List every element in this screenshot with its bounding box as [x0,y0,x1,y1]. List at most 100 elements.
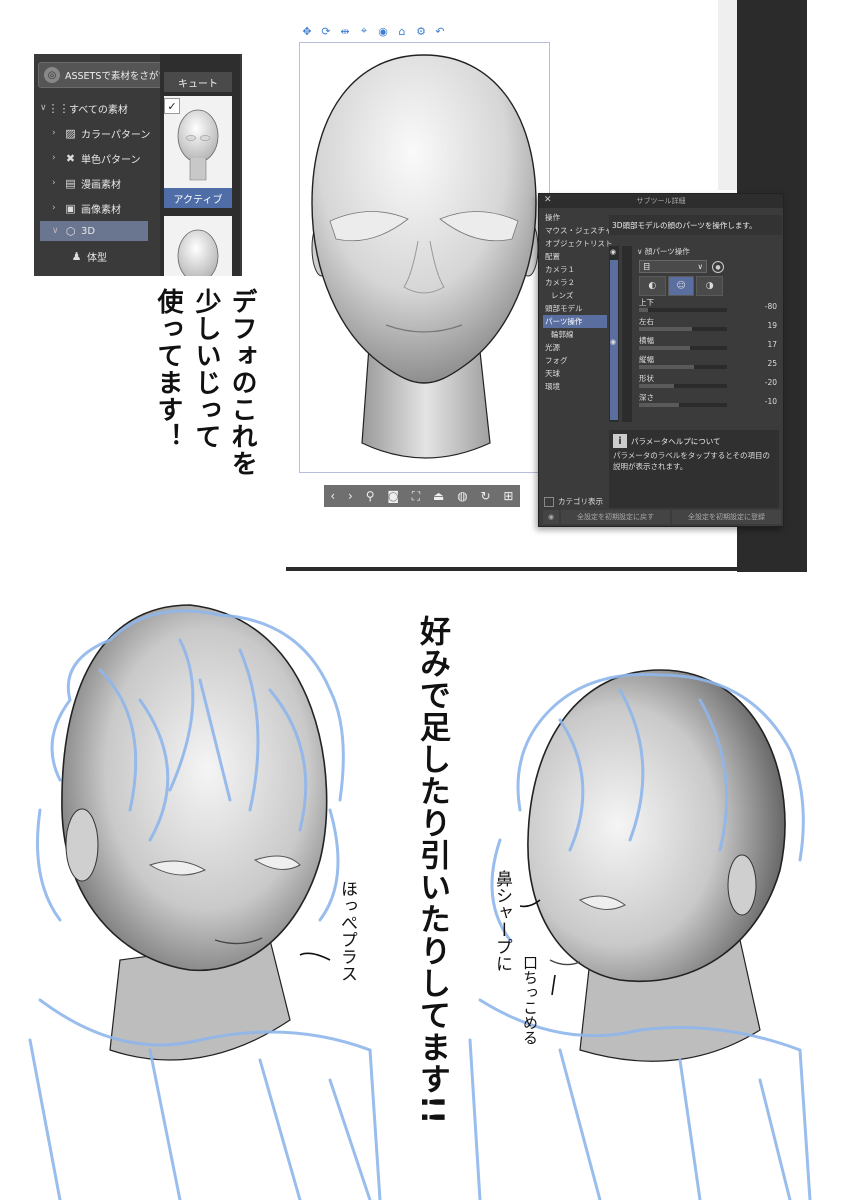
move-icon[interactable]: ✥ [300,24,314,38]
subtool-footer: ◉ 全設定を初期設定に戻す 全設定を初期設定に登録 [543,510,781,524]
wrench-icon[interactable]: ⚲ [366,489,375,503]
camera-icon[interactable]: ◉ [376,24,390,38]
chevron-down-icon: ∨ [697,262,704,271]
grid-icon: ⋮⋮ [47,101,70,115]
param-slider[interactable] [639,346,727,350]
reset-all-button[interactable]: 全設定を初期設定に戻す [561,510,670,524]
tree-item-manga[interactable]: › ▤ 漫画素材 [52,173,121,193]
category-item[interactable]: 光源 [543,341,607,354]
tree-item-color-pattern[interactable]: › ▨ カラーパターン [52,123,150,143]
param-row[interactable]: 上下 -80 [639,297,777,315]
category-list: 操作 マウス・ジェスチャー オブジェクトリスト 配置 カメラ１ カメラ２ レンズ… [543,211,620,393]
tree-item-3d[interactable]: ∨ ⬡ 3D [40,221,148,241]
param-label: 深さ [639,393,654,402]
prev-icon[interactable]: ‹ [330,489,335,503]
side-right-button[interactable]: ◑ [696,276,724,296]
target-icon[interactable]: ● [712,261,724,273]
param-slider-fill [639,384,675,388]
side-left-button[interactable]: ◐ [639,276,666,296]
parameter-help: i パラメータヘルプについて パラメータのラベルをタップするとその項目の説明が表… [609,430,779,508]
image-icon: ▣ [65,201,76,215]
tree-item-image[interactable]: › ▣ 画像素材 [52,198,121,218]
divider-line [286,567,807,571]
param-slider[interactable] [639,365,727,369]
close-icon[interactable]: ✕ [544,195,552,205]
target-icon[interactable]: ⌖ [357,24,371,38]
pan-icon[interactable]: ⇹ [338,24,352,38]
cross-pattern-icon: ✖ [65,151,76,165]
checkbox[interactable] [544,496,554,507]
category-item[interactable]: カメラ１ [543,263,607,276]
tree-item-label: 画像素材 [81,204,121,216]
param-row[interactable]: 深さ -10 [639,392,777,410]
param-label: 縦幅 [639,355,654,364]
camera-icon[interactable]: ◙ [387,489,399,503]
tree-item-body[interactable]: ♟ 体型 [70,246,107,266]
assets-logo-icon: ◎ [44,67,60,83]
reset-icon[interactable]: ◉ [543,510,559,524]
chevron-right-icon: › [52,203,56,213]
param-row[interactable]: 横幅 17 [639,335,777,353]
param-slider[interactable] [639,308,727,312]
scribble-cheek-plus: ほっぺプラス [337,880,357,982]
reset-icon[interactable]: ↻ [481,489,491,503]
category-item[interactable]: オブジェクトリスト [543,237,613,250]
cube-icon: ⬡ [65,224,76,238]
category-item[interactable]: マウス・ジェスチャー [543,224,620,237]
assets-panel: ◎ ASSETSで素材をさがす ∨ ⋮⋮ すべての素材 › ▨ カラーパターン … [34,54,242,276]
eye-icon[interactable]: ◉ [610,248,616,256]
category-item[interactable]: 配置 [543,250,607,263]
param-slider[interactable] [639,327,727,331]
object-icon[interactable]: ◍ [457,489,467,503]
register-icon[interactable]: ⊞ [503,489,513,503]
tree-item-label: 体型 [87,252,107,264]
param-slider-fill [639,346,691,350]
category-display-label: カテゴリ表示 [558,497,603,506]
category-item[interactable]: 環境 [543,380,607,393]
ground-icon[interactable]: ⏏ [433,489,444,503]
camera-toolbar: ‹ › ⚲ ◙ ⛶ ⏏ ◍ ↻ ⊞ [324,485,520,507]
param-slider[interactable] [639,384,727,388]
category-item[interactable]: フォグ [543,354,607,367]
manga-icon: ▤ [65,176,76,190]
category-item[interactable]: レンズ [543,289,607,302]
category-item[interactable]: カメラ２ [543,276,607,289]
frame-icon[interactable]: ⛶ [412,489,420,504]
param-row[interactable]: 縦幅 25 [639,354,777,372]
scribble-nose-sharp: 鼻シャープに [492,870,512,972]
param-label: 横幅 [639,336,654,345]
register-all-button[interactable]: 全設定を初期設定に登録 [672,510,781,524]
settings-icon[interactable]: ⚙ [414,24,428,38]
param-row[interactable]: 左右 19 [639,316,777,334]
ground-icon[interactable]: ⌂ [395,24,409,38]
tree-item-all[interactable]: ∨ ⋮⋮ すべての素材 [40,98,128,118]
category-item[interactable]: 天球 [543,367,607,380]
3d-head-model [311,54,539,459]
chevron-down-icon[interactable]: ∨ [637,247,643,256]
param-row[interactable]: 形状 -20 [639,373,777,391]
undo-icon[interactable]: ↶ [433,24,447,38]
side-selector: ◐ ☺ ◑ [639,276,724,296]
head-thumbnail-2[interactable] [164,216,232,276]
param-value: -80 [764,302,777,311]
group-label: ∨ 顔パーツ操作 [637,246,690,257]
thumbnail-active-label: アクティブ [164,188,232,208]
category-item[interactable]: 輪郭線 [543,328,607,341]
param-slider[interactable] [639,403,727,407]
scribble-mouth-small: 口ちっこめる [521,955,539,1045]
part-select[interactable]: 目 ∨ [639,260,707,273]
side-both-button[interactable]: ☺ [667,276,695,296]
rotate-icon[interactable]: ⟳ [319,24,333,38]
checkbox-selected[interactable]: ✓ [164,98,180,114]
eye-icon[interactable]: ◉ [610,338,616,346]
category-item[interactable]: 頭部モデル [543,302,607,315]
category-item[interactable]: 操作 [543,211,607,224]
category-display-toggle[interactable]: カテゴリ表示 [544,496,603,507]
handwritten-note-line-1: デフォのこれを [227,288,257,477]
tab-cute[interactable]: キュート [164,72,232,92]
3d-viewport[interactable] [299,42,550,473]
category-item-selected[interactable]: パーツ操作 [543,315,607,328]
next-icon[interactable]: › [348,489,353,503]
tree-item-mono-pattern[interactable]: › ✖ 単色パターン [52,148,141,168]
head-thumbnail-image [177,229,219,276]
